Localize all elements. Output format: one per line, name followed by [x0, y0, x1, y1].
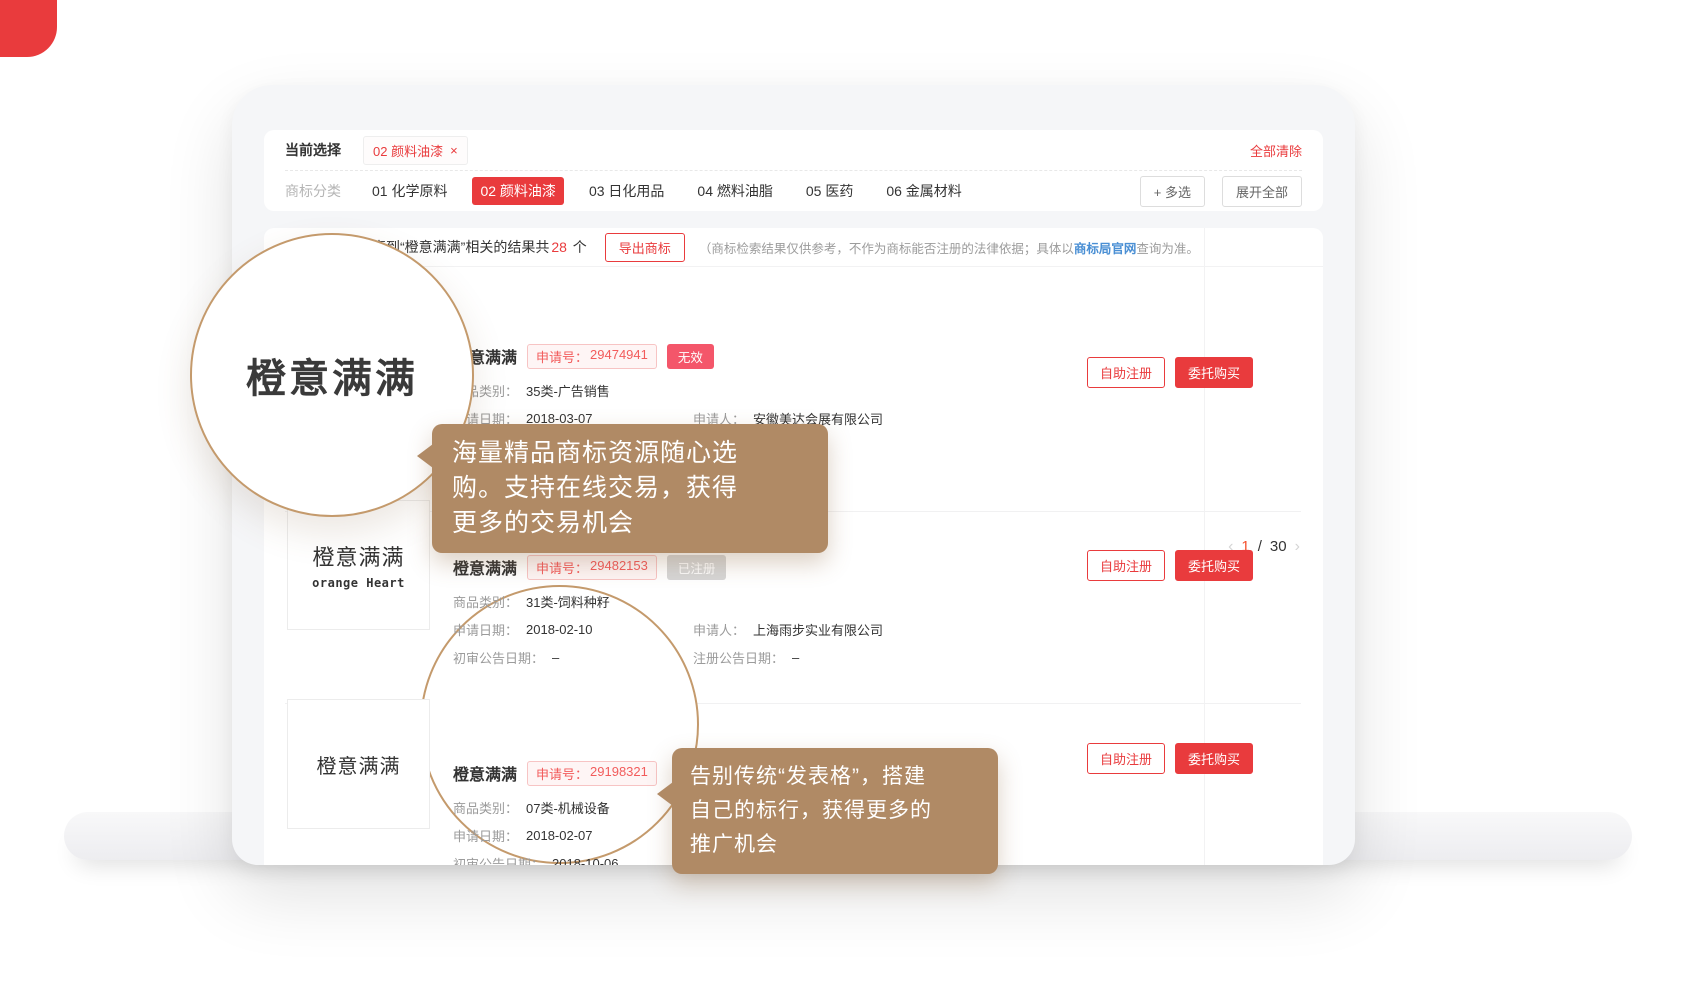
trademark-image: 橙意满满 — [287, 699, 430, 829]
category-row: 商标分类 01 化学原料 02 颜料油漆 03 日化用品 04 燃料油脂 05 … — [285, 171, 1302, 211]
application-number-pill: 申请号：29198321 — [527, 761, 657, 786]
callout-arrow-left-icon — [417, 444, 433, 468]
category-tab-02-selected[interactable]: 02 颜料油漆 — [472, 177, 563, 205]
row-details: 橙意满满 申请号：29198321 商品类别： 07类-机械设备 申请日期： 201… — [453, 761, 693, 865]
selected-filter-tag-label: 02 颜料油漆 — [373, 141, 443, 160]
category-tab-04[interactable]: 04 燃料油脂 — [689, 177, 780, 205]
app-no-value: 29474941 — [590, 347, 648, 366]
trademark-name: 橙意满满 — [453, 761, 517, 785]
trademark-image-text: 橙意满满 — [317, 750, 401, 779]
field-value: 2018-10-06 — [552, 856, 619, 866]
app-no-value: 29482153 — [590, 558, 648, 577]
results-header: 为您检索到“橙意满满”相关的结果共28 个 导出商标 （商标检索结果仅供参考，不… — [264, 228, 1323, 267]
status-badge: 已注册 — [667, 555, 727, 580]
magnified-trademark-text: 橙意满满 — [246, 346, 418, 404]
corner-decoration — [0, 0, 57, 57]
category-tab-06[interactable]: 06 金属材料 — [878, 177, 969, 205]
callout-bubble-marketplace: 海量精品商标资源随心选 购。支持在线交易，获得 更多的交易机会 — [432, 424, 828, 553]
category-tab-01[interactable]: 01 化学原料 — [364, 177, 455, 205]
app-no-value: 29198321 — [590, 764, 648, 783]
entrust-buy-button[interactable]: 委托购买 — [1175, 357, 1253, 388]
field-label: 商品类别： — [453, 592, 518, 611]
callout-line: 更多的交易机会 — [452, 506, 808, 541]
field-label: 注册公告日期： — [693, 648, 784, 667]
result-count: 28 — [551, 239, 567, 255]
close-icon[interactable]: × — [450, 143, 458, 158]
selected-filter-tag[interactable]: 02 颜料油漆 × — [363, 136, 468, 165]
category-label: 商标分类 — [285, 181, 341, 201]
disclaimer-pre: （商标检索结果仅供参考，不作为商标能否注册的法律依据；具体以 — [699, 242, 1074, 256]
trademark-image-text: 橙意满满 — [312, 540, 404, 572]
multi-select-button[interactable]: + 多选 — [1140, 176, 1205, 207]
field-value: 31类-饲料种籽 — [526, 592, 610, 611]
callout-line: 自己的标行，获得更多的 — [690, 794, 980, 828]
trademark-office-link[interactable]: 商标局官网 — [1074, 242, 1137, 256]
category-tab-03[interactable]: 03 日化用品 — [581, 177, 672, 205]
expand-all-button[interactable]: 展开全部 — [1222, 176, 1302, 207]
app-no-label: 申请号： — [536, 347, 588, 366]
self-register-button[interactable]: 自助注册 — [1087, 357, 1165, 388]
field-label: 初审公告日期： — [453, 648, 544, 667]
status-badge: 无效 — [667, 344, 714, 369]
disclaimer-post: 查询为准。） — [1136, 242, 1193, 256]
self-register-button[interactable]: 自助注册 — [1087, 550, 1165, 581]
trademark-name: 橙意满满 — [453, 555, 517, 579]
app-no-label: 申请号： — [536, 558, 588, 577]
field-label: 申请日期： — [453, 826, 518, 845]
callout-line: 购。支持在线交易，获得 — [452, 471, 808, 506]
field-value: 2018-02-10 — [526, 622, 593, 637]
callout-line: 推广机会 — [690, 828, 980, 862]
field-value: – — [552, 650, 559, 665]
disclaimer-text: （商标检索结果仅供参考，不作为商标能否注册的法律依据；具体以商标局官网查询为准。… — [699, 238, 1193, 257]
field-value: 35类-广告销售 — [526, 381, 610, 400]
category-tab-05[interactable]: 05 医药 — [798, 177, 861, 205]
summary-suffix: 个 — [569, 239, 587, 255]
field-label: 申请人： — [693, 620, 745, 639]
entrust-buy-button[interactable]: 委托购买 — [1175, 743, 1253, 774]
callout-arrow-left-icon — [657, 782, 673, 806]
app-no-label: 申请号： — [536, 764, 588, 783]
page: 当前选择 02 颜料油漆 × 全部清除 商标分类 01 化学原料 02 颜料油漆… — [0, 0, 1696, 1002]
field-value: 2018-02-07 — [526, 828, 593, 843]
callout-line: 告别传统“发表格”，搭建 — [690, 760, 980, 794]
application-number-pill: 申请号：29474941 — [527, 344, 657, 369]
current-selection-row: 当前选择 02 颜料油漆 × 全部清除 — [285, 130, 1302, 170]
field-value: 上海雨步实业有限公司 — [753, 620, 883, 639]
field-value: 07类-机械设备 — [526, 798, 610, 817]
export-trademarks-button[interactable]: 导出商标 — [605, 233, 685, 262]
callout-bubble-promotion: 告别传统“发表格”，搭建 自己的标行，获得更多的 推广机会 — [672, 748, 998, 874]
field-label: 商品类别： — [453, 798, 518, 817]
filter-card: 当前选择 02 颜料油漆 × 全部清除 商标分类 01 化学原料 02 颜料油漆… — [264, 130, 1323, 211]
entrust-buy-button[interactable]: 委托购买 — [1175, 550, 1253, 581]
trademark-image: 橙意满满 orange Heart — [287, 500, 430, 630]
current-selection-label: 当前选择 — [285, 140, 341, 160]
self-register-button[interactable]: 自助注册 — [1087, 743, 1165, 774]
field-label: 申请日期： — [453, 620, 518, 639]
field-value: – — [792, 650, 799, 665]
application-number-pill: 申请号：29482153 — [527, 555, 657, 580]
callout-line: 海量精品商标资源随心选 — [452, 436, 808, 471]
field-label: 初审公告日期： — [453, 854, 544, 866]
trademark-image-subtext: orange Heart — [312, 576, 405, 590]
clear-all-link[interactable]: 全部清除 — [1250, 141, 1302, 160]
row-details: 橙意满满 申请号：29482153 已注册 商品类别： 31类-饲料种籽 申请日期… — [453, 555, 883, 671]
